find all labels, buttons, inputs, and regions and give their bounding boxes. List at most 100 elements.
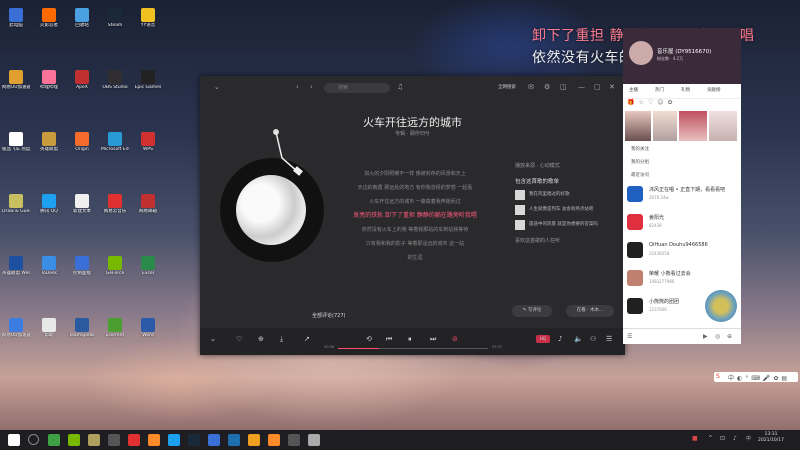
live-tab[interactable]: 主播 xyxy=(629,87,638,93)
desktop-icon[interactable]: 英雄联盟 xyxy=(35,132,63,152)
listening-friend-button[interactable]: 在看 · 木木... xyxy=(566,305,614,317)
live-tab[interactable]: 贡献榜 xyxy=(707,87,721,93)
app-icon[interactable] xyxy=(208,434,220,446)
live-photo[interactable] xyxy=(709,111,737,141)
skin-icon[interactable]: ◫ xyxy=(560,83,567,91)
desktop-icon[interactable]: 腾讯 QQ xyxy=(35,194,63,214)
app-icon[interactable] xyxy=(228,434,240,446)
desktop-icon[interactable]: Microsoft Edge xyxy=(101,132,129,152)
desktop-icon[interactable]: GeForce xyxy=(101,256,129,276)
geforce-icon[interactable] xyxy=(68,434,80,446)
previous-icon[interactable]: ⏮ xyxy=(386,335,392,344)
desktop-icon[interactable]: Epic Games xyxy=(134,70,162,90)
collapse-icon[interactable]: ⌄ xyxy=(210,335,216,344)
dislike-icon[interactable]: ⊘ xyxy=(452,335,458,344)
desktop-icon[interactable]: Draw & Guess xyxy=(2,194,30,214)
fan-icon[interactable]: ✿ xyxy=(668,99,677,106)
desktop-icon[interactable]: Excel xyxy=(134,256,162,276)
app-icon[interactable] xyxy=(288,434,300,446)
task-view-icon[interactable] xyxy=(48,434,60,446)
chat-icon[interactable]: ☺ xyxy=(657,99,667,106)
qq-icon[interactable] xyxy=(168,434,180,446)
gift-icon[interactable]: 🎁 xyxy=(627,99,638,106)
obs-icon[interactable] xyxy=(108,434,120,446)
chevron-down-icon[interactable]: ⌄ xyxy=(214,83,220,91)
desktop-icon[interactable]: 极品飞车 热度 xyxy=(2,132,30,152)
forward-icon[interactable]: › xyxy=(310,83,313,91)
global-search-link[interactable]: 全网搜索 xyxy=(498,84,516,92)
steam-icon[interactable] xyxy=(188,434,200,446)
volume-icon[interactable]: 🔈 xyxy=(574,335,583,344)
live-user-row[interactable]: 沐风正在唱 • 正直下期，看看看吧 2676.24w xyxy=(627,184,739,206)
playlist-item[interactable]: 我在风里唱过的好歌 xyxy=(515,189,615,201)
desktop-icon[interactable]: Steam xyxy=(101,8,129,28)
sogou-icon[interactable]: S xyxy=(716,373,720,380)
desktop-icon[interactable]: OBS Studio xyxy=(101,70,129,90)
collect-icon[interactable]: ⊕ xyxy=(258,335,264,344)
desktop-icon[interactable]: 网易邮箱 xyxy=(134,194,162,214)
back-icon[interactable]: ‹ xyxy=(296,83,299,91)
clock[interactable]: 13:31 2021/10/17 xyxy=(758,432,784,444)
pause-icon[interactable]: ⏸ xyxy=(408,335,412,344)
desktop-icon[interactable]: 此电脑 xyxy=(2,8,30,28)
playlist-item[interactable]: 旅途中的风景 就是你想要的答案吗 xyxy=(515,219,615,231)
camera-icon[interactable]: ▶ xyxy=(703,333,708,340)
minimize-icon[interactable]: — xyxy=(578,83,585,91)
app-icon[interactable] xyxy=(308,434,320,446)
desktop-icon[interactable]: 回收站 xyxy=(68,8,96,28)
live-user-row[interactable]: QiHuan Douhu9466586 22438558 xyxy=(627,240,739,262)
desktop-icon[interactable]: 网易云音乐 xyxy=(101,194,129,214)
comments-count[interactable]: 全部评论(727) xyxy=(312,312,345,319)
maximize-icon[interactable]: ▢ xyxy=(594,83,601,91)
playlist-icon[interactable]: ☰ xyxy=(606,335,612,344)
music-icon[interactable]: ◎ xyxy=(715,333,720,340)
mail-icon[interactable]: ✉ xyxy=(528,83,534,91)
effects-icon[interactable]: ♪ xyxy=(558,335,562,344)
live-user-row[interactable]: 荣耀 小熊看过去会 1483277986 xyxy=(627,268,739,290)
desktop-icon[interactable]: Origin xyxy=(68,132,96,152)
section-recent[interactable]: 最近访问 xyxy=(631,172,649,178)
live-photo[interactable] xyxy=(653,111,677,141)
listeners-heading[interactable]: 喜欢这首歌的人在听 xyxy=(515,237,615,244)
desktop-icon[interactable]: WPS xyxy=(134,132,162,152)
next-icon[interactable]: ⏭ xyxy=(430,335,436,344)
streamer-avatar[interactable] xyxy=(629,41,653,65)
live-tab[interactable]: 热门 xyxy=(655,87,664,93)
section-groups[interactable]: 我的分组 xyxy=(631,159,649,165)
listen-together-icon[interactable]: ⚇ xyxy=(590,335,596,344)
desktop-icon[interactable]: uTorrent xyxy=(101,318,129,338)
start-icon[interactable] xyxy=(8,434,20,446)
tray-up-icon[interactable]: ^ xyxy=(708,435,713,442)
live-user-row[interactable]: 姜阳光 82438 xyxy=(627,212,739,234)
loop-icon[interactable]: ⟲ xyxy=(366,335,372,344)
microphone-icon[interactable]: ♫ xyxy=(397,83,403,91)
quality-badge[interactable]: HQ xyxy=(536,335,550,343)
ime-tools-icon[interactable]: 中◐°⌨🎤✿▤ xyxy=(728,373,790,382)
live-photo[interactable] xyxy=(625,111,651,141)
star-icon[interactable]: ☆ xyxy=(638,99,647,106)
volume-tray-icon[interactable]: ♪ xyxy=(733,435,737,442)
input-method-bar[interactable]: S 中◐°⌨🎤✿▤ xyxy=(714,372,798,382)
progress-bar[interactable] xyxy=(338,348,488,349)
desktop-icon[interactable]: 帮助 xyxy=(35,318,63,338)
playlist-item[interactable]: 人生就像是列车 总会有终点站吧 xyxy=(515,204,615,216)
folder-icon[interactable] xyxy=(88,434,100,446)
desktop-icon[interactable]: ApeX xyxy=(68,70,96,90)
tray-notification-icon[interactable]: ■ xyxy=(692,435,698,442)
share-icon[interactable]: ↗ xyxy=(304,335,310,344)
desktop-icon[interactable]: 网易UU加速器 xyxy=(2,318,30,338)
section-following[interactable]: 我的关注 xyxy=(631,146,649,152)
heart-icon[interactable]: ♡ xyxy=(648,99,657,106)
song-artist[interactable]: 专辑 · 顾作归兮 xyxy=(200,130,625,137)
search-icon[interactable] xyxy=(28,434,39,445)
write-comment-button[interactable]: ✎ 写评论 xyxy=(512,305,552,317)
desktop-icon[interactable]: 哔哩哔哩 xyxy=(35,70,63,90)
desktop-icon[interactable]: 火影忍者 xyxy=(35,8,63,28)
network-icon[interactable]: ⊡ xyxy=(720,435,725,442)
download-icon[interactable]: ⤓ xyxy=(280,335,283,344)
desktop-icon[interactable]: TeamSpeak xyxy=(68,318,96,338)
desktop-icon[interactable]: 网易UU加速器 BATTLEGR... xyxy=(2,70,30,90)
live-photo[interactable] xyxy=(679,111,707,141)
settings-icon[interactable]: ⚙ xyxy=(544,83,550,91)
more-icon[interactable]: ⊕ xyxy=(727,333,732,340)
